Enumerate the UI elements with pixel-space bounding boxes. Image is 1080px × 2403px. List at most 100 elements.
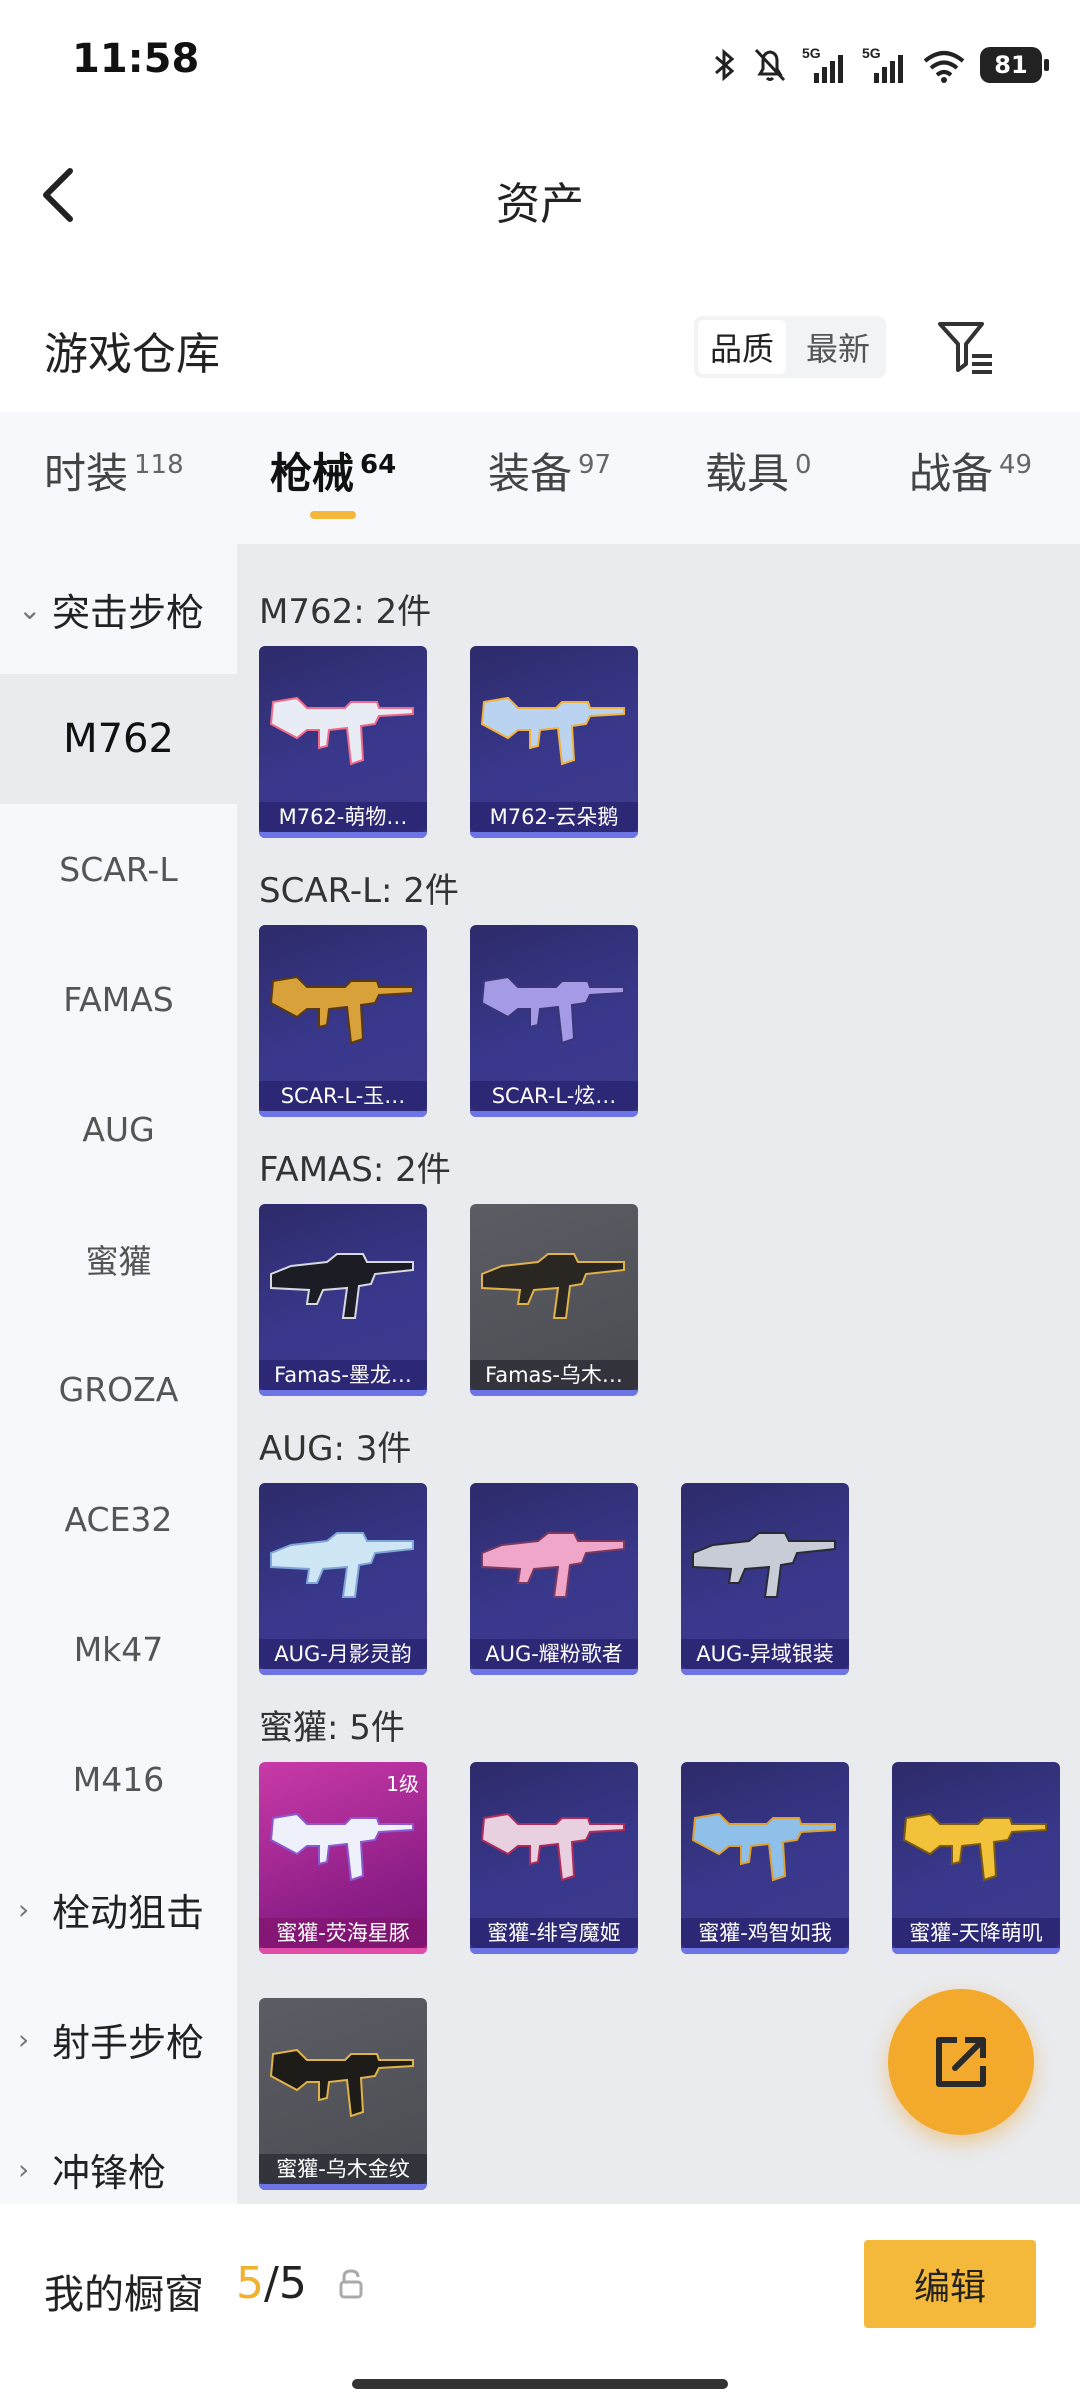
filter-icon[interactable] xyxy=(936,318,996,378)
showcase-count: 5/5 xyxy=(236,2258,307,2309)
tab-count: 97 xyxy=(578,450,612,480)
weapon-card[interactable]: Famas-乌木… xyxy=(470,1204,638,1396)
weapon-skin-image xyxy=(478,1784,630,1904)
weapon-card-label: 蜜獾-乌木金纹 xyxy=(259,2154,427,2184)
tab-firearms[interactable]: 枪械 64 xyxy=(270,440,396,501)
weapon-card-label: M762-萌物… xyxy=(259,802,427,832)
weapon-skin-image xyxy=(478,668,630,788)
sidebar-item-aug[interactable]: AUG xyxy=(0,1064,237,1194)
weapon-card[interactable]: M762-云朵鹅 xyxy=(470,646,638,838)
sidebar-item-groza[interactable]: GROZA xyxy=(0,1324,237,1454)
tab-fashion[interactable]: 时装 118 xyxy=(44,440,184,501)
weapon-card[interactable]: AUG-耀粉歌者 xyxy=(470,1483,638,1675)
mute-bell-icon xyxy=(754,48,786,82)
weapon-card[interactable]: 蜜獾-鸡智如我 xyxy=(681,1762,849,1954)
weapon-card-label: SCAR-L-炫… xyxy=(470,1081,638,1111)
sidebar-item-m762[interactable]: M762 xyxy=(0,674,237,804)
tab-count: 64 xyxy=(360,450,397,480)
weapon-card[interactable]: 蜜獾-绯穹魔姬 xyxy=(470,1762,638,1954)
svg-text:5G: 5G xyxy=(862,45,881,61)
weapon-card[interactable]: M762-萌物… xyxy=(259,646,427,838)
status-icons: 5G 5G 81 xyxy=(712,40,1049,90)
weapon-skin-image xyxy=(267,668,419,788)
tab-label: 装备 xyxy=(488,449,573,498)
sidebar-item-scar-l[interactable]: SCAR-L xyxy=(0,804,237,934)
weapon-skin-image xyxy=(478,1226,630,1346)
weapon-card[interactable]: SCAR-L-炫… xyxy=(470,925,638,1117)
weapon-card[interactable]: 1级 蜜獾-荧海星豚 xyxy=(259,1762,427,1954)
weapon-skin-image xyxy=(267,1784,419,1904)
weapon-card-label: 蜜獾-荧海星豚 xyxy=(259,1918,427,1948)
page-title: 资产 xyxy=(496,179,584,230)
sort-quality-button[interactable]: 品质 xyxy=(698,320,786,374)
sidebar-category-assault-rifle[interactable]: ⌄ 突击步枪 xyxy=(0,544,237,674)
sidebar-category-bolt-sniper[interactable]: › 栓动狙击 xyxy=(0,1844,237,1974)
lock-icon xyxy=(339,2269,363,2299)
weapon-card[interactable]: Famas-墨龙… xyxy=(259,1204,427,1396)
status-time: 11:58 xyxy=(72,36,200,82)
weapon-card-label: 蜜獾-绯穹魔姬 xyxy=(470,1918,638,1948)
weapon-skin-image xyxy=(689,1784,841,1904)
weapon-card-label: AUG-异域银装 xyxy=(681,1639,849,1669)
tab-tactical[interactable]: 战备 49 xyxy=(909,440,1032,501)
chevron-right-icon: › xyxy=(18,2152,30,2186)
category-label: 射手步枪 xyxy=(52,2020,205,2065)
showcase-total: /5 xyxy=(264,2258,307,2309)
weapon-card[interactable]: 蜜獾-天降萌叽 xyxy=(892,1762,1060,1954)
edit-button[interactable]: 编辑 xyxy=(864,2240,1036,2328)
showcase-current: 5 xyxy=(236,2258,264,2309)
signal-5g-icon-2: 5G xyxy=(862,45,903,83)
group-title-honey-badger: 蜜獾: 5件 xyxy=(259,1708,405,1748)
chevron-right-icon: › xyxy=(18,2022,30,2056)
home-indicator[interactable] xyxy=(352,2379,728,2389)
weapon-skin-image xyxy=(900,1784,1052,1904)
section-title: 游戏仓库 xyxy=(44,329,220,380)
showcase-label: 我的橱窗 xyxy=(44,2272,204,2318)
sidebar-item-m416[interactable]: M416 xyxy=(0,1714,237,1844)
tab-vehicles[interactable]: 载具 0 xyxy=(705,440,812,501)
weapon-card[interactable]: 蜜獾-乌木金纹 xyxy=(259,1998,427,2190)
category-label: 冲锋枪 xyxy=(52,2150,167,2195)
group-title-m762: M762: 2件 xyxy=(259,592,432,632)
weapon-card-label: Famas-乌木… xyxy=(470,1360,638,1390)
chevron-right-icon: › xyxy=(18,1892,30,1926)
weapon-skin-image xyxy=(478,1505,630,1625)
bluetooth-icon xyxy=(715,48,735,82)
active-tab-indicator xyxy=(310,511,356,519)
weapon-skin-image xyxy=(478,947,630,1067)
weapon-skin-image xyxy=(267,1505,419,1625)
tab-label: 时装 xyxy=(44,449,129,498)
weapon-card-label: SCAR-L-玉… xyxy=(259,1081,427,1111)
share-button[interactable] xyxy=(888,1989,1034,2135)
tab-label: 载具 xyxy=(705,449,790,498)
weapon-card[interactable]: AUG-异域银装 xyxy=(681,1483,849,1675)
tab-count: 49 xyxy=(999,450,1033,480)
weapon-skin-image xyxy=(689,1505,841,1625)
weapon-card[interactable]: AUG-月影灵韵 xyxy=(259,1483,427,1675)
tab-equipment[interactable]: 装备 97 xyxy=(488,440,611,501)
sidebar-item-honey-badger[interactable]: 蜜獾 xyxy=(0,1194,237,1324)
weapon-card[interactable]: SCAR-L-玉… xyxy=(259,925,427,1117)
weapon-card-label: 蜜獾-鸡智如我 xyxy=(681,1918,849,1948)
external-link-icon xyxy=(936,2037,986,2087)
category-label: 栓动狙击 xyxy=(52,1890,205,1935)
tab-label: 战备 xyxy=(909,449,994,498)
weapon-skin-image xyxy=(267,1226,419,1346)
sidebar-item-mk47[interactable]: Mk47 xyxy=(0,1584,237,1714)
sort-newest-button[interactable]: 最新 xyxy=(794,320,882,374)
signal-5g-icon: 5G xyxy=(802,45,843,83)
tab-count: 0 xyxy=(795,450,812,480)
wifi-icon xyxy=(923,51,965,83)
sidebar-category-dmr[interactable]: › 射手步枪 xyxy=(0,1974,237,2104)
tab-count: 118 xyxy=(134,450,184,480)
weapon-card-label: 蜜獾-天降萌叽 xyxy=(892,1918,1060,1948)
weapon-card-label: M762-云朵鹅 xyxy=(470,802,638,832)
weapon-skin-image xyxy=(267,2020,419,2140)
group-title-scar-l: SCAR-L: 2件 xyxy=(259,871,459,911)
sidebar-item-famas[interactable]: FAMAS xyxy=(0,934,237,1064)
group-title-aug: AUG: 3件 xyxy=(259,1429,412,1469)
sidebar-item-ace32[interactable]: ACE32 xyxy=(0,1454,237,1584)
weapon-card-label: Famas-墨龙… xyxy=(259,1360,427,1390)
weapon-skin-image xyxy=(267,947,419,1067)
category-label: 突击步枪 xyxy=(52,590,205,635)
